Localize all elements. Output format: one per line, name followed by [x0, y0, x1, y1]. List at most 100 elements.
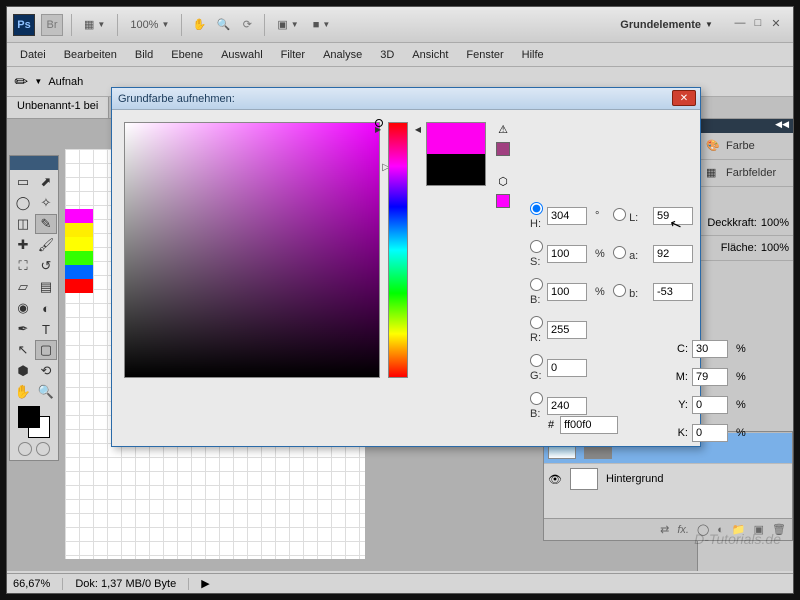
hand-tool[interactable]: ✋ — [12, 382, 34, 402]
move-tool[interactable]: ▭ — [12, 172, 34, 192]
panel-farbe[interactable]: 🎨 Farbe — [698, 133, 793, 160]
input-c[interactable] — [692, 340, 728, 358]
quickmask-mode[interactable] — [36, 442, 50, 456]
hand-icon[interactable]: ✋ — [190, 16, 208, 34]
shape-tool[interactable]: ▢ — [35, 340, 57, 360]
opacity-value[interactable]: 100% — [761, 217, 789, 229]
canvas-color-row[interactable] — [65, 279, 93, 293]
rotate-icon[interactable]: ⟳ — [238, 16, 256, 34]
menu-datei[interactable]: Datei — [11, 45, 55, 65]
radio-b[interactable] — [530, 278, 543, 291]
input-k[interactable] — [692, 424, 728, 442]
input-h[interactable] — [547, 207, 587, 225]
arrange-dropdown[interactable]: ■ ▼ — [309, 19, 335, 31]
zoom-icon[interactable]: 🔍 — [214, 16, 232, 34]
hue-thumb[interactable] — [383, 129, 413, 133]
zoom-tool[interactable]: 🔍 — [35, 382, 57, 402]
gradient-tool[interactable]: ▤ — [35, 277, 57, 297]
radio-h[interactable] — [530, 202, 543, 215]
pen-tool[interactable]: ✒ — [12, 319, 34, 339]
marquee-tool[interactable]: ⬈ — [35, 172, 57, 192]
panel-farbfelder[interactable]: ▦ Farbfelder — [698, 160, 793, 187]
workspace-switcher[interactable]: Grundelemente ▼ — [620, 19, 713, 31]
3d-tool[interactable]: ⬢ — [12, 361, 34, 381]
dodge-tool[interactable]: ◐ — [35, 298, 57, 318]
eraser-tool[interactable]: ▱ — [12, 277, 34, 297]
input-s[interactable] — [547, 245, 587, 263]
zoom-dropdown[interactable]: 100% ▼ — [126, 19, 173, 31]
foreground-swatch[interactable] — [18, 406, 40, 428]
menu-filter[interactable]: Filter — [272, 45, 314, 65]
status-zoom[interactable]: 66,67% — [13, 578, 63, 590]
input-r[interactable] — [547, 321, 587, 339]
menu-3d[interactable]: 3D — [371, 45, 403, 65]
radio-r[interactable] — [530, 316, 543, 329]
radio-l[interactable] — [613, 208, 626, 221]
fill-value[interactable]: 100% — [761, 242, 789, 254]
menu-ebene[interactable]: Ebene — [162, 45, 212, 65]
stamp-tool[interactable]: ⛶ — [12, 256, 34, 276]
status-docsize[interactable]: Dok: 1,37 MB/0 Byte — [75, 578, 189, 590]
eyedropper-tool[interactable]: ✎ — [35, 214, 57, 234]
lasso-tool[interactable]: ◯ — [12, 193, 34, 213]
status-arrow[interactable]: ▶ — [201, 577, 209, 590]
menu-hilfe[interactable]: Hilfe — [513, 45, 553, 65]
brush-tool[interactable]: 🖌 — [35, 235, 57, 255]
radio-lab-b[interactable] — [613, 284, 626, 297]
minimize-button[interactable]: — — [733, 17, 747, 29]
hue-slider[interactable] — [388, 122, 408, 378]
current-color[interactable] — [427, 154, 485, 185]
menu-analyse[interactable]: Analyse — [314, 45, 371, 65]
input-bv[interactable] — [547, 283, 587, 301]
wand-tool[interactable]: ✧ — [35, 193, 57, 213]
collapse-bar[interactable]: ◀◀ — [698, 119, 793, 133]
screen-mode-dropdown[interactable]: ▣ ▼ — [273, 18, 302, 31]
type-tool[interactable]: T — [35, 319, 57, 339]
fx-icon[interactable]: fx. — [677, 524, 689, 536]
canvas-color-row[interactable] — [65, 223, 93, 237]
menu-bearbeiten[interactable]: Bearbeiten — [55, 45, 126, 65]
bridge-button[interactable]: Br — [41, 14, 63, 36]
layer-name[interactable]: Hintergrund — [606, 473, 663, 485]
menu-fenster[interactable]: Fenster — [457, 45, 512, 65]
layer-row[interactable]: 👁 Hintergrund — [544, 463, 792, 494]
websafe-swatch[interactable] — [496, 194, 510, 208]
menu-bild[interactable]: Bild — [126, 45, 162, 65]
input-y[interactable] — [692, 396, 728, 414]
input-lab-b[interactable] — [653, 283, 693, 301]
dialog-close-button[interactable]: ✕ — [672, 90, 696, 106]
input-l[interactable] — [653, 207, 693, 225]
input-bb[interactable] — [547, 397, 587, 415]
canvas-color-row[interactable] — [65, 251, 93, 265]
crop-tool[interactable]: ◫ — [12, 214, 34, 234]
canvas-color-row[interactable] — [65, 237, 93, 251]
websafe-icon[interactable]: ⬡ — [496, 174, 510, 188]
blur-tool[interactable]: ◉ — [12, 298, 34, 318]
heal-tool[interactable]: ✚ — [12, 235, 34, 255]
visibility-icon[interactable]: 👁 — [548, 473, 562, 486]
gamut-swatch[interactable] — [496, 142, 510, 156]
radio-a[interactable] — [613, 246, 626, 259]
close-button[interactable]: ✕ — [769, 17, 783, 29]
gamut-warning-icon[interactable]: ⚠ — [496, 122, 510, 136]
input-g[interactable] — [547, 359, 587, 377]
link-icon[interactable]: ⇄ — [660, 523, 669, 536]
radio-g[interactable] — [530, 354, 543, 367]
document-tab[interactable]: Unbenannt-1 bei — [7, 97, 109, 118]
path-tool[interactable]: ↖ — [12, 340, 34, 360]
input-m[interactable] — [692, 368, 728, 386]
maximize-button[interactable]: □ — [751, 17, 765, 29]
menu-ansicht[interactable]: Ansicht — [403, 45, 457, 65]
radio-s[interactable] — [530, 240, 543, 253]
menu-auswahl[interactable]: Auswahl — [212, 45, 272, 65]
3d-cam-tool[interactable]: ⟲ — [35, 361, 57, 381]
canvas-color-row[interactable] — [65, 265, 93, 279]
saturation-value-field[interactable] — [124, 122, 380, 378]
input-a[interactable] — [653, 245, 693, 263]
canvas-color-row[interactable] — [65, 209, 93, 223]
input-hex[interactable] — [560, 416, 618, 434]
layout-dropdown[interactable]: ▦ ▼ — [80, 18, 109, 31]
standard-mode[interactable] — [18, 442, 32, 456]
radio-bb[interactable] — [530, 392, 543, 405]
history-brush-tool[interactable]: ↺ — [35, 256, 57, 276]
